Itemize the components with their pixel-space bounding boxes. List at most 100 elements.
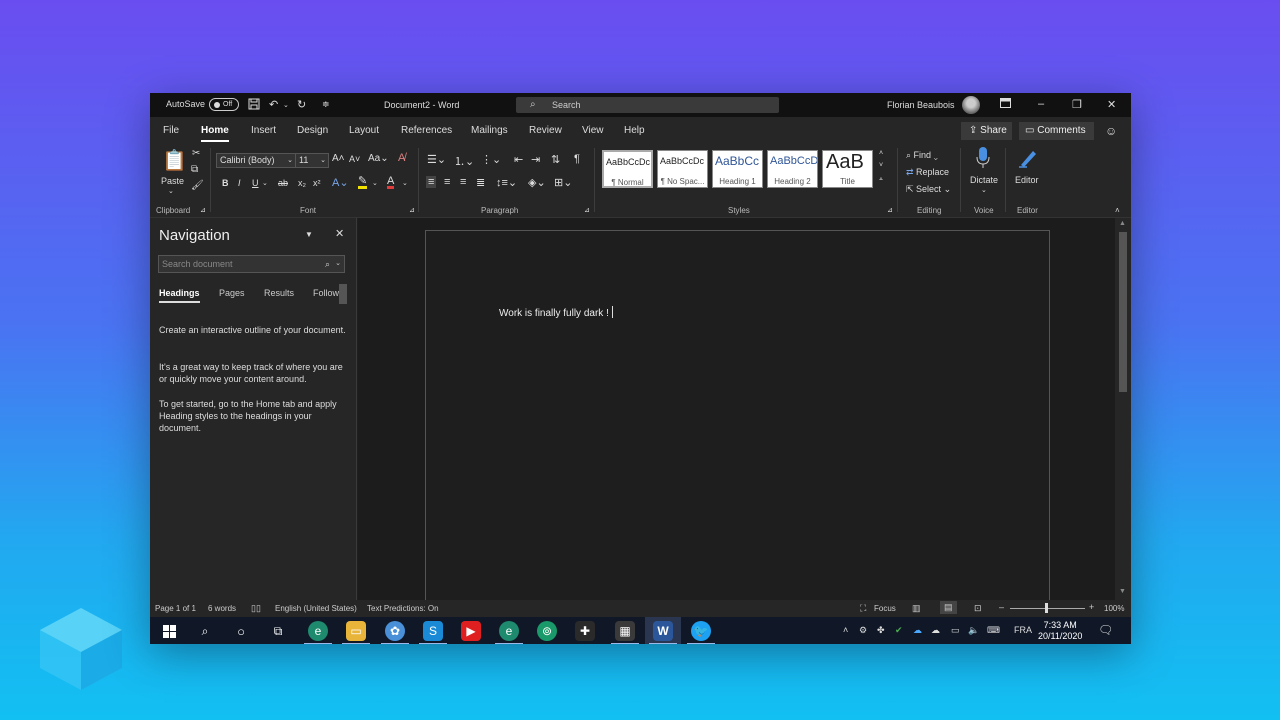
styles-scroll-down-icon[interactable]: ˅: [879, 162, 883, 169]
increase-indent-icon[interactable]: ⇥: [531, 153, 540, 166]
user-name[interactable]: Florian Beaubois: [887, 100, 955, 110]
nav-tab-pages[interactable]: Pages: [219, 288, 245, 298]
autosave-toggle[interactable]: Off: [209, 98, 239, 111]
styles-launcher-icon[interactable]: ⊿: [887, 206, 893, 214]
text-effects-icon[interactable]: A⌄: [332, 176, 349, 189]
minimize-icon[interactable]: –: [1038, 98, 1044, 110]
font-color-icon[interactable]: A: [387, 176, 395, 189]
close-icon[interactable]: ✕: [335, 227, 344, 240]
tab-home[interactable]: Home: [201, 125, 229, 142]
styles-more-icon[interactable]: ⩡: [879, 176, 883, 184]
network-icon[interactable]: ▭: [951, 625, 960, 636]
justify-icon[interactable]: ≣: [476, 176, 485, 189]
format-painter-icon[interactable]: 🖌: [191, 180, 204, 191]
input-language[interactable]: FRA: [1014, 625, 1032, 635]
paste-dropdown-icon[interactable]: ⌄: [168, 187, 174, 195]
align-right-icon[interactable]: ≡: [460, 176, 466, 188]
customize-qat-icon[interactable]: ≑: [322, 99, 330, 110]
underline-dropdown-icon[interactable]: ⌄: [262, 179, 268, 187]
show-formatting-icon[interactable]: ¶: [574, 153, 580, 165]
styles-scroll-up-icon[interactable]: ˄: [879, 150, 883, 157]
grow-font-icon[interactable]: A˄: [332, 153, 345, 164]
superscript-icon[interactable]: x²: [313, 178, 321, 188]
nav-tab-headings[interactable]: Headings: [159, 288, 200, 303]
nav-tab-follow[interactable]: Follow: [313, 288, 339, 298]
replace-button[interactable]: ⇄ Replace: [906, 167, 949, 178]
zoom-level[interactable]: 100%: [1104, 604, 1124, 613]
youtube-icon[interactable]: ▶: [461, 621, 481, 641]
focus-label[interactable]: Focus: [874, 604, 896, 613]
align-center-icon[interactable]: ≡: [444, 176, 450, 188]
tray-app-icon[interactable]: ⚙: [859, 625, 867, 636]
read-mode-icon[interactable]: ▥: [912, 603, 921, 614]
text-predictions-status[interactable]: Text Predictions: On: [367, 604, 439, 613]
search-box[interactable]: ⌕ Search: [516, 97, 779, 113]
scroll-up-icon[interactable]: ▲: [1119, 220, 1126, 227]
focus-icon[interactable]: ⛶: [860, 603, 866, 614]
document-body[interactable]: Work is finally fully dark !: [499, 306, 613, 319]
app-location-icon[interactable]: ⊚: [537, 621, 557, 641]
ribbon-display-icon[interactable]: [1000, 98, 1011, 111]
strikethrough-icon[interactable]: ab: [278, 178, 288, 188]
paragraph-launcher-icon[interactable]: ⊿: [584, 206, 590, 214]
paste-icon[interactable]: 📋: [162, 148, 187, 173]
shrink-font-icon[interactable]: A˅: [349, 154, 360, 164]
highlight-icon[interactable]: ✎: [358, 176, 368, 189]
tab-review[interactable]: Review: [529, 125, 562, 136]
zoom-slider-thumb[interactable]: [1045, 603, 1048, 613]
scrollbar-thumb[interactable]: [1119, 232, 1127, 392]
word-icon[interactable]: W: [649, 621, 677, 644]
tab-mailings[interactable]: Mailings: [471, 125, 508, 136]
page-count[interactable]: Page 1 of 1: [155, 604, 196, 613]
book-icon[interactable]: ▯▯: [251, 603, 261, 614]
keyboard-icon[interactable]: ⌨: [987, 625, 1000, 636]
tab-design[interactable]: Design: [297, 125, 328, 136]
dictate-label[interactable]: Dictate: [970, 175, 998, 185]
chevron-down-icon[interactable]: ⌄: [335, 256, 341, 272]
highlight-dropdown-icon[interactable]: ⌄: [372, 179, 378, 187]
feedback-smiley-icon[interactable]: ☺: [1105, 124, 1117, 138]
save-icon[interactable]: [248, 98, 260, 113]
style-normal[interactable]: AaBbCcDc ¶ Normal: [602, 150, 653, 188]
italic-icon[interactable]: I: [238, 178, 241, 188]
zoom-in-icon[interactable]: +: [1089, 602, 1094, 612]
windows-start-icon[interactable]: [159, 621, 179, 641]
bullets-icon[interactable]: ☰⌄: [427, 153, 446, 166]
system-clock[interactable]: 7:33 AM 20/11/2020: [1038, 620, 1082, 642]
microphone-icon[interactable]: [976, 147, 990, 171]
skype-icon[interactable]: S: [419, 621, 447, 644]
app-flower-icon[interactable]: ✿: [381, 621, 409, 644]
search-icon[interactable]: ⌕: [325, 256, 330, 272]
pane-options-icon[interactable]: ▼: [305, 230, 313, 239]
zoom-out-icon[interactable]: –: [999, 602, 1004, 612]
avatar[interactable]: [962, 96, 980, 114]
undo-icon[interactable]: ↶: [269, 98, 278, 111]
font-color-dropdown-icon[interactable]: ⌄: [402, 179, 408, 187]
vertical-scrollbar[interactable]: ▲ ▼: [1115, 218, 1131, 600]
search-icon[interactable]: ⌕: [195, 621, 215, 641]
clear-formatting-icon[interactable]: A̸: [398, 152, 405, 164]
font-name-select[interactable]: Calibri (Body) ⌄: [216, 153, 296, 168]
undo-dropdown-icon[interactable]: ⌄: [283, 101, 289, 109]
onedrive-icon[interactable]: ☁: [913, 625, 922, 636]
print-layout-icon[interactable]: ▤: [940, 601, 957, 614]
tab-view[interactable]: View: [582, 125, 604, 136]
clipchamp-icon[interactable]: ▦: [611, 621, 639, 644]
close-icon[interactable]: ✕: [1107, 98, 1116, 111]
show-hidden-icons-icon[interactable]: ˄: [843, 625, 848, 635]
search-document-input[interactable]: Search document ⌕ ⌄: [158, 255, 345, 273]
task-view-icon[interactable]: ⧉: [268, 621, 288, 641]
clipboard-launcher-icon[interactable]: ⊿: [200, 206, 206, 214]
find-button[interactable]: ⌕ Find ⌄: [906, 150, 938, 161]
nav-tabs-scroll[interactable]: [339, 284, 347, 304]
font-size-select[interactable]: 11 ⌄: [295, 153, 329, 168]
bold-icon[interactable]: B: [222, 178, 229, 188]
tab-help[interactable]: Help: [624, 125, 645, 136]
copy-icon[interactable]: ⧉: [191, 164, 198, 175]
decrease-indent-icon[interactable]: ⇤: [514, 153, 523, 166]
subscript-icon[interactable]: x₂: [298, 178, 306, 188]
file-explorer-icon[interactable]: ▭: [342, 621, 370, 644]
dictate-dropdown-icon[interactable]: ⌄: [981, 186, 987, 194]
edge-dev-icon[interactable]: e: [495, 621, 523, 644]
style-heading-2[interactable]: AaBbCcD Heading 2: [767, 150, 818, 188]
